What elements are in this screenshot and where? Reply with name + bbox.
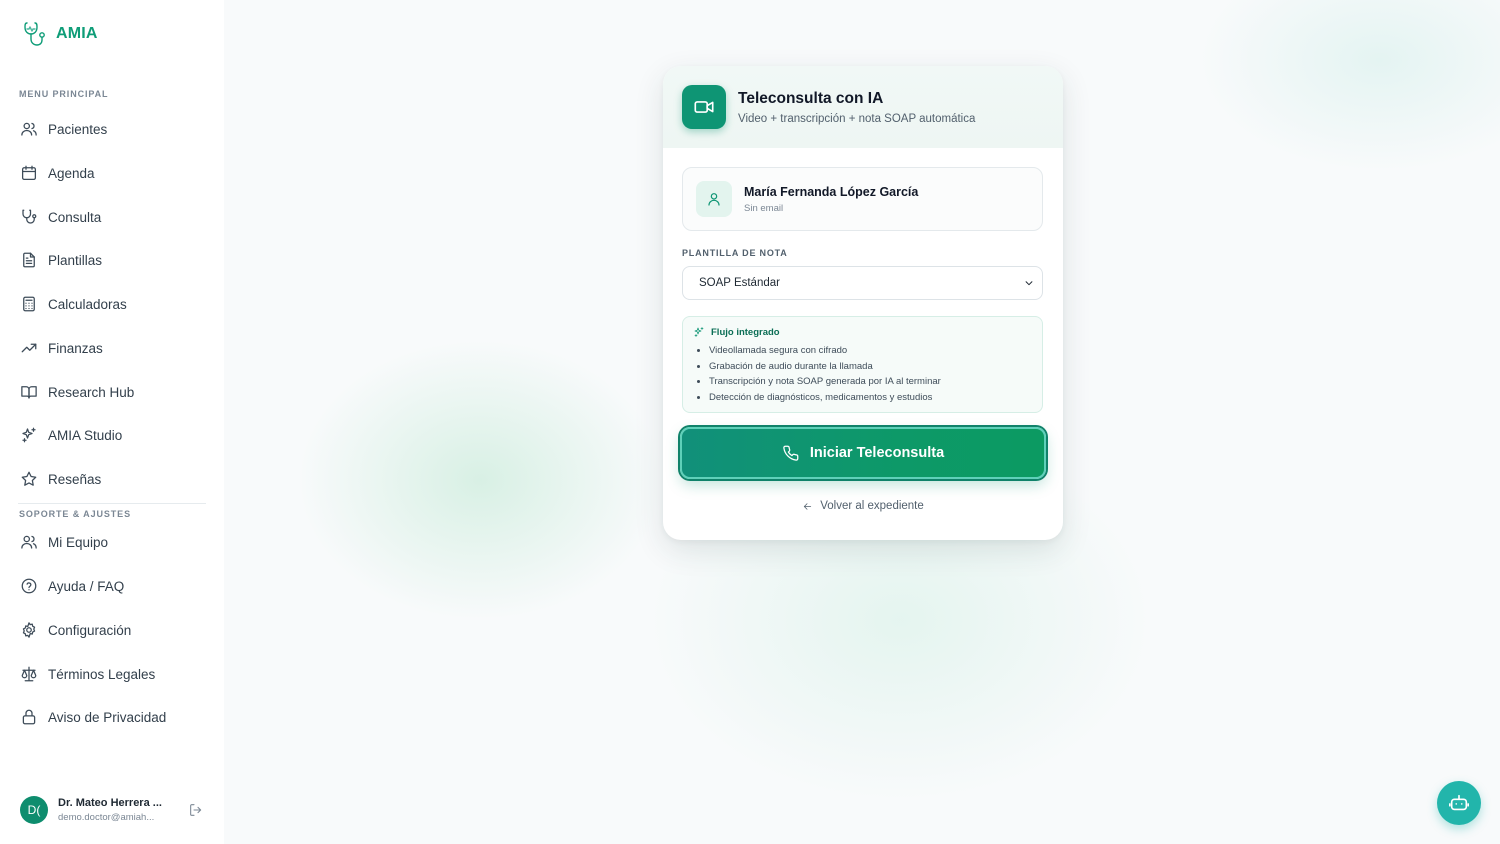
calendar-icon: [21, 165, 37, 181]
sidebar-item-label: Consulta: [48, 209, 102, 225]
template-label: PLANTILLA DE NOTA: [682, 248, 788, 258]
robot-icon: [1449, 794, 1469, 811]
users-icon: [21, 535, 37, 549]
sidebar-item-resenas[interactable]: Reseñas: [20, 463, 206, 495]
help-circle-icon: [21, 578, 37, 594]
user-profile[interactable]: D( Dr. Mateo Herrera ... demo.doctor@ami…: [20, 794, 206, 826]
start-button-label: Iniciar Teleconsulta: [809, 445, 945, 461]
section-label-main: MENU PRINCIPAL: [19, 89, 109, 99]
brand[interactable]: AMIA: [22, 20, 98, 48]
brand-name: AMIA: [56, 25, 98, 42]
list-item: Grabación de audio durante la llamada: [709, 359, 1032, 375]
sidebar-item-label: Ayuda / FAQ: [48, 578, 125, 594]
sparkles-icon: [22, 427, 36, 443]
list-item: Videollamada segura con cifrado: [709, 343, 1032, 359]
sidebar-item-label: Research Hub: [48, 384, 135, 400]
sidebar-item-privacidad[interactable]: Aviso de Privacidad: [20, 701, 206, 733]
sidebar-item-label: Aviso de Privacidad: [48, 709, 167, 725]
flow-info-box: Flujo integrado Videollamada segura con …: [682, 316, 1043, 413]
card-header: Teleconsulta con IA Video + transcripció…: [663, 66, 1063, 148]
users-icon: [21, 122, 37, 136]
patient-name: María Fernanda López García: [744, 184, 919, 199]
sidebar-item-consulta[interactable]: Consulta: [20, 201, 206, 233]
template-select[interactable]: SOAP Estándar: [682, 266, 1043, 300]
lock-icon: [22, 709, 36, 725]
start-teleconsulta-button[interactable]: Iniciar Teleconsulta: [680, 427, 1046, 479]
trending-up-icon: [21, 343, 37, 353]
sidebar-item-ayuda[interactable]: Ayuda / FAQ: [20, 570, 206, 602]
sparkles-icon: [694, 327, 704, 337]
sidebar-divider: [18, 503, 206, 504]
gear-icon: [22, 622, 36, 638]
chevron-down-icon: [1025, 281, 1033, 286]
list-item: Detección de diagnósticos, medicamentos …: [709, 390, 1032, 406]
stethoscope-heart-icon: [24, 22, 45, 46]
sidebar-item-label: Configuración: [48, 622, 132, 638]
document-icon: [23, 252, 35, 268]
sidebar-item-label: Mi Equipo: [48, 534, 109, 550]
logout-icon: [190, 804, 202, 816]
back-to-record-link[interactable]: Volver al expediente: [663, 498, 1063, 514]
video-camera-icon: [694, 101, 714, 113]
template-selected-value: SOAP Estándar: [699, 277, 780, 289]
sidebar-item-terminos[interactable]: Términos Legales: [20, 658, 206, 690]
scale-icon: [21, 666, 37, 682]
user-info: Dr. Mateo Herrera ... demo.doctor@amiah.…: [58, 797, 170, 823]
patient-info: María Fernanda López García Sin email: [744, 185, 918, 214]
sidebar-item-pacientes[interactable]: Pacientes: [20, 113, 206, 145]
phone-icon: [783, 445, 799, 461]
calculator-icon: [23, 296, 35, 312]
card-subtitle: Video + transcripción + nota SOAP automá…: [738, 112, 976, 125]
sidebar: AMIA MENU PRINCIPAL Pacientes Agenda Con…: [0, 0, 224, 844]
sidebar-item-label: Términos Legales: [48, 666, 156, 682]
card-title: Teleconsulta con IA: [738, 89, 884, 107]
sidebar-item-research-hub[interactable]: Research Hub: [20, 376, 206, 408]
stethoscope-icon: [22, 209, 37, 224]
sidebar-item-label: Plantillas: [48, 252, 103, 268]
section-label-support: SOPORTE & AJUSTES: [19, 509, 131, 519]
flow-list: Videollamada segura con cifrado Grabació…: [693, 343, 1032, 405]
header-text: Teleconsulta con IA Video + transcripció…: [738, 90, 975, 125]
sidebar-item-plantillas[interactable]: Plantillas: [20, 244, 206, 276]
sidebar-item-label: Agenda: [48, 165, 95, 181]
avatar: D(: [20, 796, 48, 824]
patient-avatar: [696, 181, 732, 217]
teleconsulta-card: Teleconsulta con IA Video + transcripció…: [663, 66, 1063, 540]
list-item: Transcripción y nota SOAP generada por I…: [709, 374, 1032, 390]
video-badge: [682, 85, 726, 129]
user-icon: [708, 193, 720, 206]
patient-card: María Fernanda López García Sin email: [682, 167, 1043, 231]
flow-title-row: Flujo integrado: [693, 326, 1032, 338]
sidebar-item-label: Calculadoras: [48, 296, 127, 312]
arrow-left-icon: [804, 502, 812, 510]
sidebar-item-label: Finanzas: [48, 340, 103, 356]
sidebar-item-agenda[interactable]: Agenda: [20, 157, 206, 189]
sidebar-item-label: AMIA Studio: [48, 427, 123, 443]
sidebar-item-label: Pacientes: [48, 121, 108, 137]
sidebar-item-finanzas[interactable]: Finanzas: [20, 332, 206, 364]
sidebar-item-configuracion[interactable]: Configuración: [20, 614, 206, 646]
sidebar-item-calculadoras[interactable]: Calculadoras: [20, 288, 206, 320]
book-open-icon: [21, 386, 37, 399]
back-link-label: Volver al expediente: [820, 500, 924, 512]
sidebar-item-mi-equipo[interactable]: Mi Equipo: [20, 526, 206, 558]
assistant-button[interactable]: [1437, 781, 1481, 825]
user-name: Dr. Mateo Herrera ...: [58, 797, 162, 809]
patient-email: Sin email: [744, 202, 784, 214]
flow-title: Flujo integrado: [711, 326, 780, 338]
star-icon: [21, 471, 37, 486]
sidebar-item-label: Reseñas: [48, 471, 102, 487]
user-email: demo.doctor@amiah...: [58, 812, 155, 823]
logout-button[interactable]: [188, 802, 204, 818]
sidebar-item-amia-studio[interactable]: AMIA Studio: [20, 419, 206, 451]
